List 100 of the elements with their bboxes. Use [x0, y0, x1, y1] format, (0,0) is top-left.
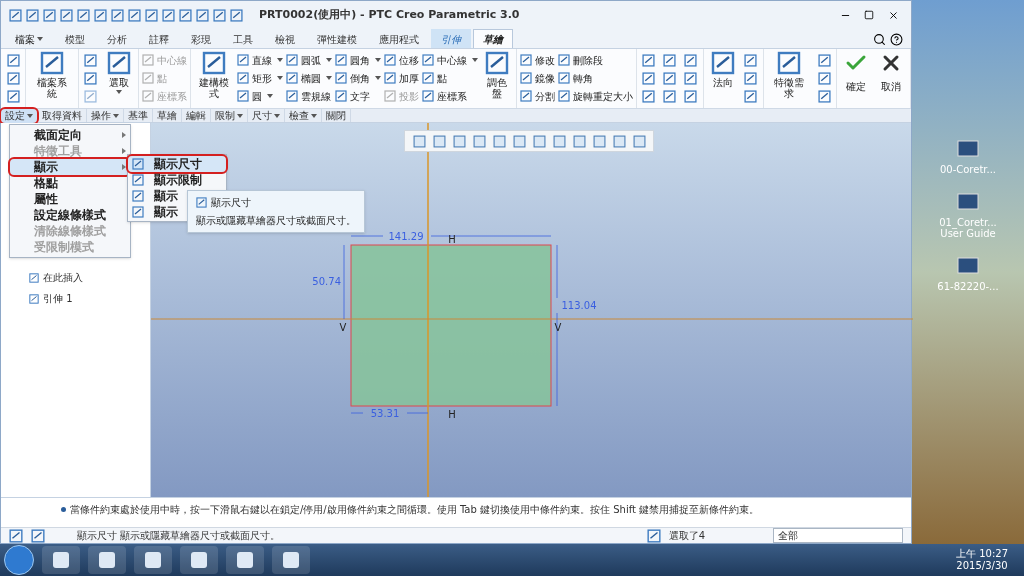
tool-button[interactable] — [4, 69, 22, 87]
taskbar-app-button[interactable] — [134, 546, 172, 574]
model-tree-item[interactable]: 引伸 1 — [29, 291, 150, 306]
ribbon-button[interactable]: 點 — [421, 69, 447, 87]
ribbon-button[interactable]: 直線 — [236, 51, 283, 69]
tool-button[interactable] — [741, 69, 760, 87]
tool-button[interactable] — [741, 51, 760, 69]
view-tool-button[interactable] — [491, 133, 507, 149]
tool-button[interactable] — [81, 69, 100, 87]
ribbon-group-label[interactable]: 編輯 — [182, 109, 210, 123]
ribbon-button[interactable]: 鏡像 — [519, 69, 555, 87]
menu-item[interactable]: 顯示尺寸 — [128, 156, 226, 172]
tool-button[interactable] — [815, 51, 833, 69]
search-icon[interactable] — [873, 33, 886, 46]
ribbon-group-label[interactable]: 關閉 — [322, 109, 350, 123]
tool-button[interactable] — [639, 87, 658, 105]
ribbon-button[interactable]: 中心線 — [421, 51, 478, 69]
ribbon-button[interactable]: 加厚 — [383, 69, 419, 87]
view-tool-button[interactable] — [531, 133, 547, 149]
ribbon-large-button[interactable]: 建構模式 — [193, 51, 234, 107]
ribbon-tab[interactable]: 檢視 — [265, 29, 305, 48]
ribbon-button[interactable]: 修改 — [519, 51, 555, 69]
ribbon-tab[interactable]: 草繪 — [473, 29, 513, 48]
taskbar-app-button[interactable] — [272, 546, 310, 574]
ribbon-tab[interactable]: 引伸 — [431, 29, 471, 48]
tool-button[interactable] — [4, 51, 22, 69]
ribbon-button[interactable]: 轉角 — [557, 69, 593, 87]
tool-button[interactable] — [815, 69, 833, 87]
tool-button[interactable] — [660, 69, 679, 87]
ribbon-large-button[interactable]: 調色盤 — [480, 51, 513, 107]
start-button[interactable] — [4, 545, 34, 575]
taskbar-app-button[interactable] — [42, 546, 80, 574]
tool-button[interactable] — [639, 69, 658, 87]
ribbon-group-label[interactable]: 限制 — [211, 109, 247, 123]
menu-item[interactable]: 屬性 — [10, 191, 130, 207]
tool-button[interactable] — [639, 51, 658, 69]
ribbon-tab[interactable]: 分析 — [97, 29, 137, 48]
view-tool-button[interactable] — [471, 133, 487, 149]
ribbon-large-button[interactable]: 法向 — [706, 51, 739, 107]
view-tool-button[interactable] — [631, 133, 647, 149]
view-tool-button[interactable] — [551, 133, 567, 149]
view-tool-button[interactable] — [411, 133, 427, 149]
ribbon-button[interactable]: 橢圓 — [285, 69, 332, 87]
ribbon-large-button[interactable]: 檔案系統 — [29, 51, 75, 107]
menu-item[interactable]: 格點 — [10, 175, 130, 191]
ribbon-button[interactable]: 文字 — [334, 87, 370, 105]
ribbon-tab[interactable]: 彩現 — [181, 29, 221, 48]
taskbar-app-button[interactable] — [88, 546, 126, 574]
ribbon-tab[interactable]: 應用程式 — [369, 29, 429, 48]
tool-button[interactable] — [681, 87, 700, 105]
ribbon-tab[interactable]: 工具 — [223, 29, 263, 48]
ribbon-button[interactable]: 圓 — [236, 87, 273, 105]
ribbon-tab[interactable]: 模型 — [55, 29, 95, 48]
tool-button[interactable] — [681, 69, 700, 87]
ribbon-button[interactable]: 矩形 — [236, 69, 283, 87]
help-icon[interactable] — [890, 33, 903, 46]
ribbon-large-button[interactable]: 特徵需求 — [766, 51, 812, 107]
ribbon-button[interactable]: 分割 — [519, 87, 555, 105]
view-tool-button[interactable] — [511, 133, 527, 149]
cancel-button[interactable]: 取消 — [875, 51, 907, 107]
tool-button[interactable] — [4, 87, 22, 105]
taskbar-app-button[interactable] — [226, 546, 264, 574]
view-tool-button[interactable] — [431, 133, 447, 149]
ribbon-tab[interactable]: 檔案 — [5, 29, 53, 48]
model-tree-item[interactable]: 在此插入 — [29, 270, 150, 285]
ribbon-button[interactable]: 旋轉重定大小 — [557, 87, 633, 105]
ribbon-tab[interactable]: 註釋 — [139, 29, 179, 48]
view-tool-button[interactable] — [451, 133, 467, 149]
view-tool-button[interactable] — [571, 133, 587, 149]
ribbon-button[interactable]: 位移 — [383, 51, 419, 69]
ribbon-group-label[interactable]: 操作 — [87, 109, 123, 123]
ribbon-group-label[interactable]: 取得資料 — [38, 109, 86, 123]
menu-item[interactable]: 顯示限制 — [128, 172, 226, 188]
taskbar-app-button[interactable] — [180, 546, 218, 574]
tool-button[interactable] — [81, 51, 100, 69]
ribbon-group-label[interactable]: 檢查 — [285, 109, 321, 123]
ribbon-large-button[interactable]: 選取 — [102, 51, 135, 107]
view-tool-button[interactable] — [591, 133, 607, 149]
ok-button[interactable]: 確定 — [840, 51, 872, 107]
menu-item[interactable]: 截面定向 — [10, 127, 130, 143]
ribbon-tab[interactable]: 彈性建模 — [307, 29, 367, 48]
ribbon-button[interactable]: 倒角 — [334, 69, 381, 87]
menu-item[interactable]: 設定線條樣式 — [10, 207, 130, 223]
tool-button[interactable] — [681, 51, 700, 69]
ribbon-group-label[interactable]: 尺寸 — [248, 109, 284, 123]
tool-button[interactable] — [815, 87, 833, 105]
ribbon-group-label[interactable]: 設定 — [1, 109, 37, 123]
filter-dropdown[interactable]: 全部 — [773, 528, 903, 543]
ribbon-group-label[interactable]: 基準 — [124, 109, 152, 123]
tool-button[interactable] — [741, 87, 760, 105]
ribbon-button[interactable]: 雲規線 — [285, 87, 331, 105]
view-tool-button[interactable] — [611, 133, 627, 149]
ribbon-group-label[interactable]: 草繪 — [153, 109, 181, 123]
ribbon-button[interactable]: 圓弧 — [285, 51, 332, 69]
tool-button[interactable] — [660, 51, 679, 69]
menu-item[interactable]: 顯示 — [10, 159, 130, 175]
tool-button[interactable] — [660, 87, 679, 105]
ribbon-button[interactable]: 座標系 — [421, 87, 467, 105]
ribbon-button[interactable]: 圓角 — [334, 51, 381, 69]
ribbon-button[interactable]: 刪除段 — [557, 51, 603, 69]
